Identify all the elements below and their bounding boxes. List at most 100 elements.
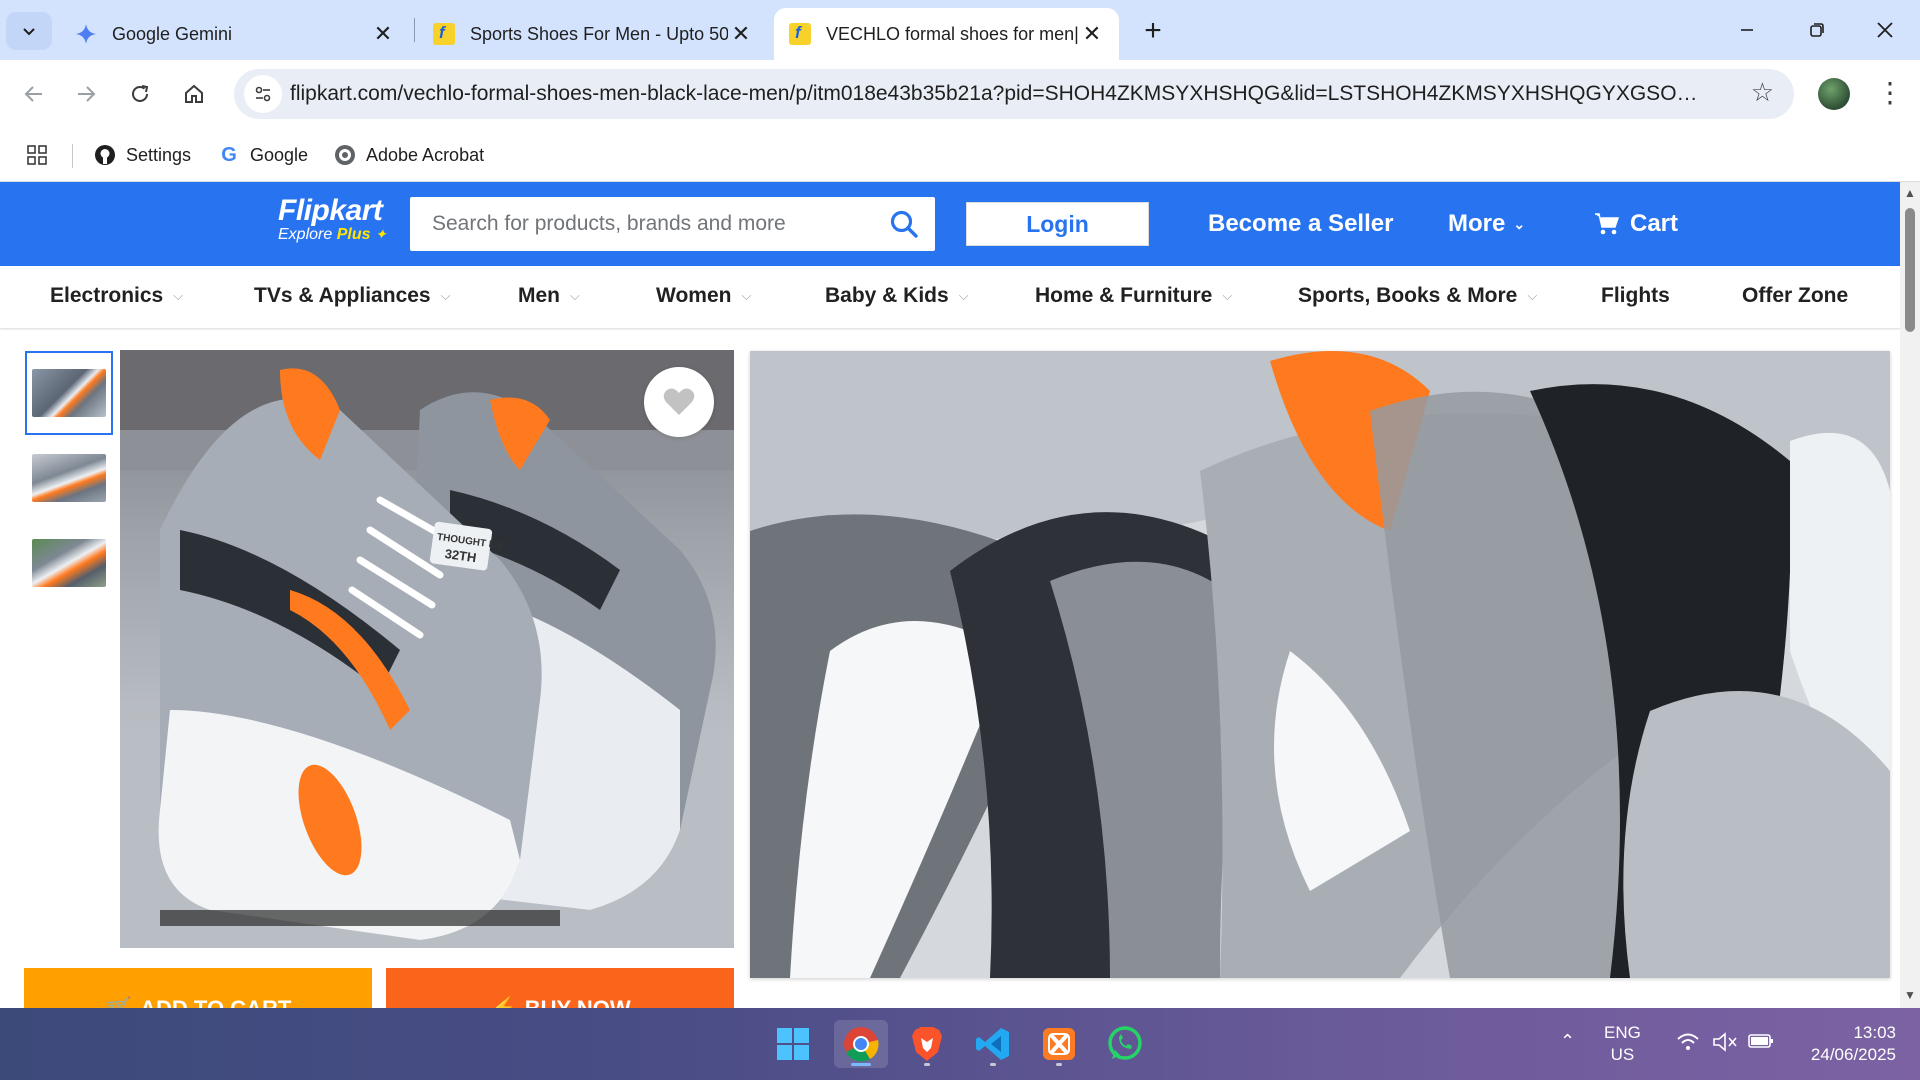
running-indicator [924,1063,930,1066]
product-thumbnail-1[interactable] [25,351,113,435]
lightning-icon: ⚡ [489,996,516,1008]
sneaker-pair-image: THOUGHT ME 32TH [120,350,734,948]
restore-button[interactable] [1788,8,1846,52]
chevron-down-icon: ⌵ [173,288,184,303]
add-to-cart-button[interactable]: 🛒 ADD TO CART [24,968,372,1008]
chrome-icon [844,1027,879,1062]
chevron-down-icon: ⌵ [958,288,969,303]
wishlist-button[interactable] [644,367,714,437]
more-menu[interactable]: More ⌄ [1448,210,1525,238]
forward-arrow-icon [78,86,96,102]
taskbar-vscode[interactable] [966,1020,1020,1068]
reload-button[interactable] [120,74,160,114]
product-main-image[interactable]: THOUGHT ME 32TH [120,350,734,948]
bookmark-adobe-acrobat[interactable]: Adobe Acrobat [334,140,484,170]
thumbnail-image [32,539,106,587]
bookmark-google[interactable]: G Google [218,140,308,170]
clock[interactable]: 13:03 24/06/2025 [1796,1022,1896,1066]
logo-tagline: Explore Plus ✦ [278,226,387,243]
forward-button[interactable] [66,74,106,114]
cart-link[interactable]: Cart [1594,210,1678,238]
tab-title: Google Gemini [112,23,233,44]
url-text[interactable]: flipkart.com/vechlo-formal-shoes-men-bla… [290,82,1710,106]
category-electronics[interactable]: Electronics ⌵ [50,284,183,308]
windows-taskbar: ⌃ ENG US 13:03 24/06/2025 [0,1008,1920,1080]
new-tab-button[interactable]: + [1136,14,1170,48]
chevron-down-icon: ⌵ [440,288,451,303]
chevron-down-icon: ⌄ [1513,215,1526,232]
category-women[interactable]: Women ⌵ [656,284,751,308]
wifi-icon[interactable] [1676,1032,1700,1058]
browser-toolbar: flipkart.com/vechlo-formal-shoes-men-bla… [0,60,1920,128]
google-icon: G [221,143,237,166]
start-button[interactable] [766,1020,820,1068]
home-button[interactable] [174,74,214,114]
close-icon[interactable]: ✕ [1079,21,1105,47]
taskbar-brave[interactable] [900,1020,954,1068]
plus-star-icon: ✦ [374,226,387,242]
site-info-button[interactable] [244,75,282,113]
scrollbar-thumb[interactable] [1905,208,1915,332]
battery-charging-icon[interactable] [1748,1032,1774,1056]
acrobat-icon [334,144,356,166]
chevron-down-icon: ⌵ [1222,288,1233,303]
search-box [410,197,935,251]
apps-grid-button[interactable] [26,140,48,170]
tab-vechlo-active[interactable]: VECHLO formal shoes for men|b ✕ [774,8,1119,60]
back-arrow-icon [24,86,42,102]
search-button[interactable] [889,209,919,239]
close-icon[interactable]: ✕ [728,21,754,47]
gemini-icon [74,22,98,46]
bookmark-settings[interactable]: Settings [94,140,191,170]
login-button[interactable]: Login [966,202,1149,246]
cart-icon [1595,213,1620,235]
category-sports-books[interactable]: Sports, Books & More ⌵ [1298,284,1537,308]
minimize-button[interactable] [1718,8,1776,52]
flipkart-favicon-icon [432,22,456,46]
heart-icon [663,388,695,415]
category-baby-kids[interactable]: Baby & Kids ⌵ [825,284,969,308]
taskbar-chrome[interactable] [834,1020,888,1068]
page-scrollbar[interactable]: ▲ ▼ [1900,182,1920,1008]
category-flights[interactable]: Flights [1601,284,1670,308]
volume-muted-icon[interactable] [1712,1032,1738,1058]
tab-sports-shoes[interactable]: Sports Shoes For Men - Upto 50 ✕ [418,8,768,60]
bookmark-star-icon[interactable]: ☆ [1751,77,1774,108]
category-offer-zone[interactable]: Offer Zone [1742,284,1848,308]
menu-kebab-icon[interactable]: ⋮ [1876,76,1904,109]
clock-date: 24/06/2025 [1810,1045,1896,1064]
taskbar-whatsapp[interactable] [1098,1020,1152,1068]
scroll-down-arrow-icon[interactable]: ▼ [1904,988,1916,1002]
profile-avatar[interactable] [1818,78,1850,110]
close-window-button[interactable] [1856,8,1914,52]
product-thumbnail-2[interactable] [25,436,113,520]
category-tvs-appliances[interactable]: TVs & Appliances ⌵ [254,284,450,308]
chevron-down-icon: ⌵ [1527,288,1538,303]
scroll-up-arrow-icon[interactable]: ▲ [1904,186,1916,200]
buy-now-button[interactable]: ⚡ BUY NOW [386,968,734,1008]
chevron-down-icon: ⌵ [741,288,752,303]
tab-search-button[interactable] [6,12,52,50]
become-seller-link[interactable]: Become a Seller [1208,210,1393,238]
bookmark-label: Adobe Acrobat [366,144,485,165]
tab-gemini[interactable]: Google Gemini ✕ [60,8,410,60]
address-bar[interactable]: flipkart.com/vechlo-formal-shoes-men-bla… [234,69,1794,119]
close-icon [1877,22,1893,38]
product-thumbnail-3[interactable] [25,521,113,605]
flipkart-logo[interactable]: Flipkart Explore Plus ✦ [278,194,387,244]
running-indicator [1056,1063,1062,1066]
flipkart-header: Flipkart Explore Plus ✦ Login Become a S… [0,182,1900,266]
close-icon[interactable]: ✕ [370,21,396,47]
back-button[interactable] [14,74,54,114]
show-hidden-icons-button[interactable]: ⌃ [1560,1030,1575,1052]
category-men[interactable]: Men ⌵ [518,284,580,308]
thumbnail-image [32,369,106,417]
running-indicator [851,1063,871,1066]
search-input[interactable] [432,210,872,238]
tab-bar: Google Gemini ✕ Sports Shoes For Men - U… [0,0,1920,60]
clock-time: 13:03 [1853,1023,1896,1042]
category-home-furniture[interactable]: Home & Furniture ⌵ [1035,284,1232,308]
search-icon [890,210,918,238]
language-indicator[interactable]: ENG US [1604,1022,1641,1066]
taskbar-xampp[interactable] [1032,1020,1086,1068]
